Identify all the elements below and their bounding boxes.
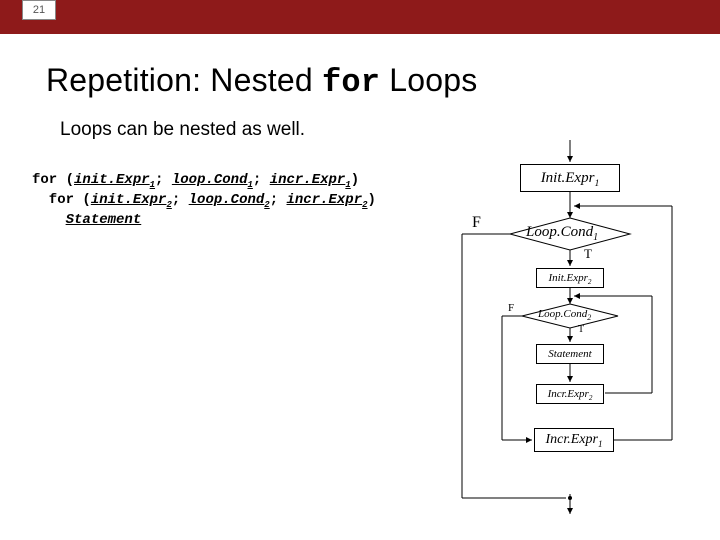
- code-text: init.Expr: [74, 172, 150, 188]
- flowchart-cond1: Loop.Cond1: [526, 224, 598, 243]
- box-text: Init.Expr: [549, 272, 588, 284]
- slide-subtitle: Loops can be nested as well.: [60, 119, 720, 141]
- flowchart: Init.Expr1 Loop.Cond1 F T Init.Expr2 Loo…: [440, 148, 700, 518]
- title-pre: Repetition: Nested: [46, 62, 322, 98]
- code-text: loop.Cond: [172, 172, 248, 188]
- box-sub: 2: [587, 313, 591, 322]
- code-text: incr.Expr: [270, 172, 346, 188]
- box-sub: 2: [588, 278, 592, 286]
- code-text: loop.Cond: [189, 192, 265, 208]
- flowchart-init2: Init.Expr2: [536, 268, 604, 288]
- flowchart-incr2: Incr.Expr2: [536, 384, 604, 404]
- code-text: [32, 212, 66, 228]
- box-sub: 2: [589, 394, 593, 402]
- flowchart-label-f1: F: [472, 214, 481, 232]
- title-post: Loops: [380, 62, 477, 98]
- code-text: ;: [172, 192, 189, 208]
- box-sub: 1: [594, 178, 599, 189]
- box-text: Init.Expr: [541, 170, 595, 186]
- box-text: Incr.Expr: [548, 388, 589, 400]
- box-text: Statement: [548, 348, 591, 360]
- code-text: ;: [155, 172, 172, 188]
- slide-number: 21: [22, 0, 56, 20]
- flowchart-label-f2: F: [508, 302, 514, 314]
- code-text: incr.Expr: [287, 192, 363, 208]
- flowchart-incr1: Incr.Expr1: [534, 428, 614, 452]
- box-sub: 1: [598, 439, 603, 449]
- box-text: Loop.Cond: [526, 224, 593, 240]
- code-text: Statement: [66, 212, 142, 228]
- code-text: ;: [253, 172, 270, 188]
- slide-topbar: 21: [0, 0, 720, 34]
- flowchart-label-t1: T: [584, 246, 592, 262]
- code-text: ): [351, 172, 359, 188]
- flowchart-svg: [440, 148, 700, 518]
- box-text: Loop.Cond: [538, 308, 587, 320]
- slide-title: Repetition: Nested for Loops: [46, 62, 720, 101]
- code-text: for (: [32, 172, 74, 188]
- code-text: ): [368, 192, 376, 208]
- code-text: for (: [32, 192, 91, 208]
- flowchart-label-t2: T: [578, 324, 584, 335]
- flowchart-init1: Init.Expr1: [520, 164, 620, 192]
- code-text: init.Expr: [91, 192, 167, 208]
- box-sub: 1: [593, 232, 598, 243]
- flowchart-statement: Statement: [536, 344, 604, 364]
- box-text: Incr.Expr: [545, 432, 598, 447]
- title-keyword: for: [322, 64, 380, 101]
- flowchart-cond2: Loop.Cond2: [538, 308, 591, 322]
- code-text: ;: [270, 192, 287, 208]
